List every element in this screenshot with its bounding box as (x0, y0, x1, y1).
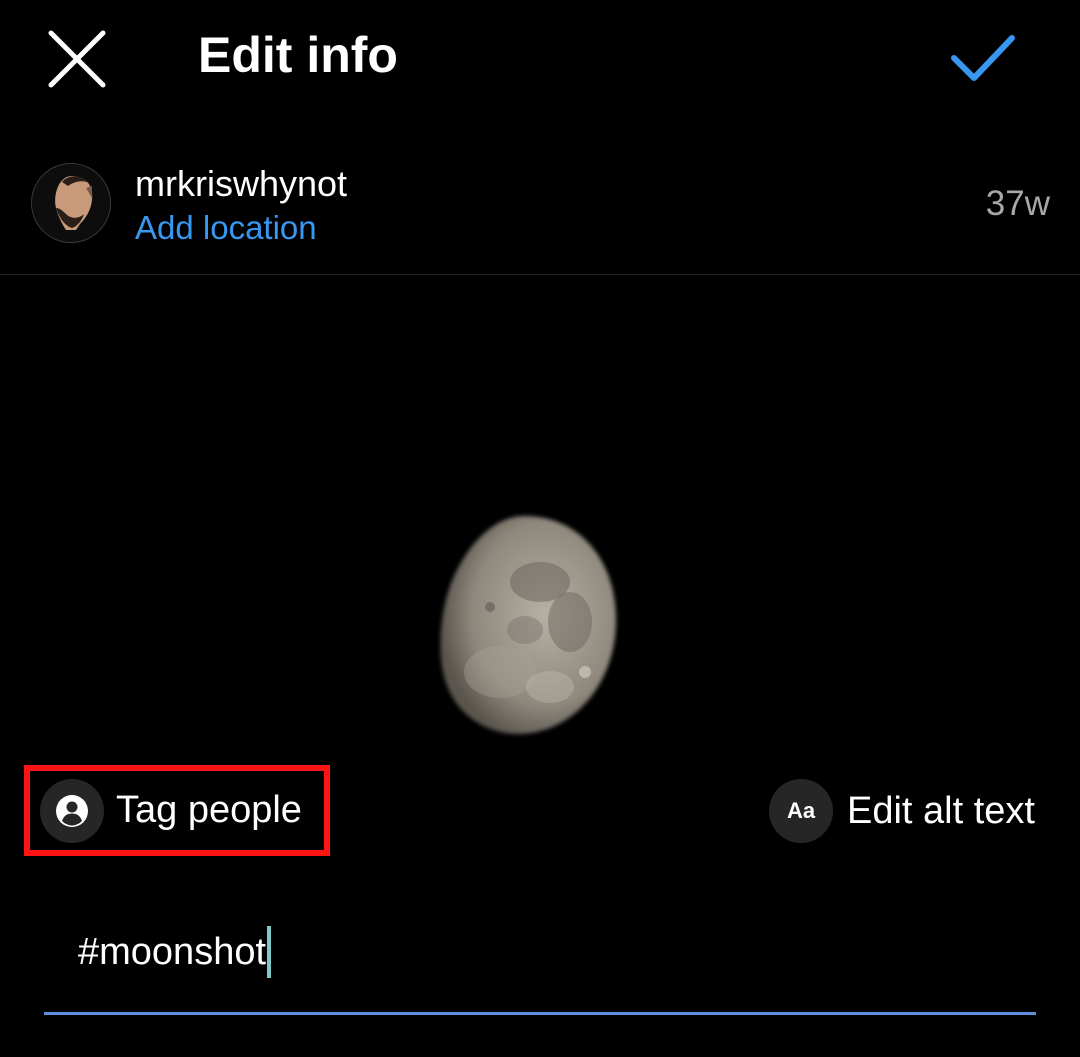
top-bar: Edit info (0, 0, 1080, 112)
post-timestamp: 37w (985, 184, 1050, 223)
username[interactable]: mrkriswhynot (135, 162, 347, 206)
close-button[interactable] (38, 20, 116, 98)
checkmark-icon (951, 35, 1015, 81)
edit-alt-text-button[interactable]: Aa Edit alt text (769, 778, 1035, 844)
caption-input[interactable]: #moonshot (44, 912, 1036, 1015)
add-location-link[interactable]: Add location (135, 206, 317, 250)
post-photo (0, 276, 1080, 756)
close-icon (48, 30, 106, 88)
text-cursor (267, 926, 272, 978)
tag-people-button[interactable]: Tag people (24, 765, 330, 856)
caption-value: #moonshot (78, 931, 267, 973)
text-aa-icon: Aa (786, 798, 816, 823)
avatar[interactable] (31, 163, 111, 243)
profile-avatar-icon (32, 164, 110, 242)
page-title: Edit info (198, 27, 398, 83)
caption-value-wrap: #moonshot (78, 926, 272, 978)
moon-image (440, 516, 617, 734)
edit-info-screen: Edit info mrkriswhynot Add location 37w (0, 0, 1080, 1057)
edit-alt-text-label: Edit alt text (847, 789, 1035, 832)
tag-people-label: Tag people (116, 789, 302, 831)
person-circle-icon (56, 794, 88, 827)
post-header: mrkriswhynot Add location 37w (0, 140, 1080, 275)
done-button[interactable] (938, 18, 1028, 98)
alt-text-icon-wrap: Aa (769, 779, 833, 843)
tag-people-icon-wrap (40, 778, 104, 843)
